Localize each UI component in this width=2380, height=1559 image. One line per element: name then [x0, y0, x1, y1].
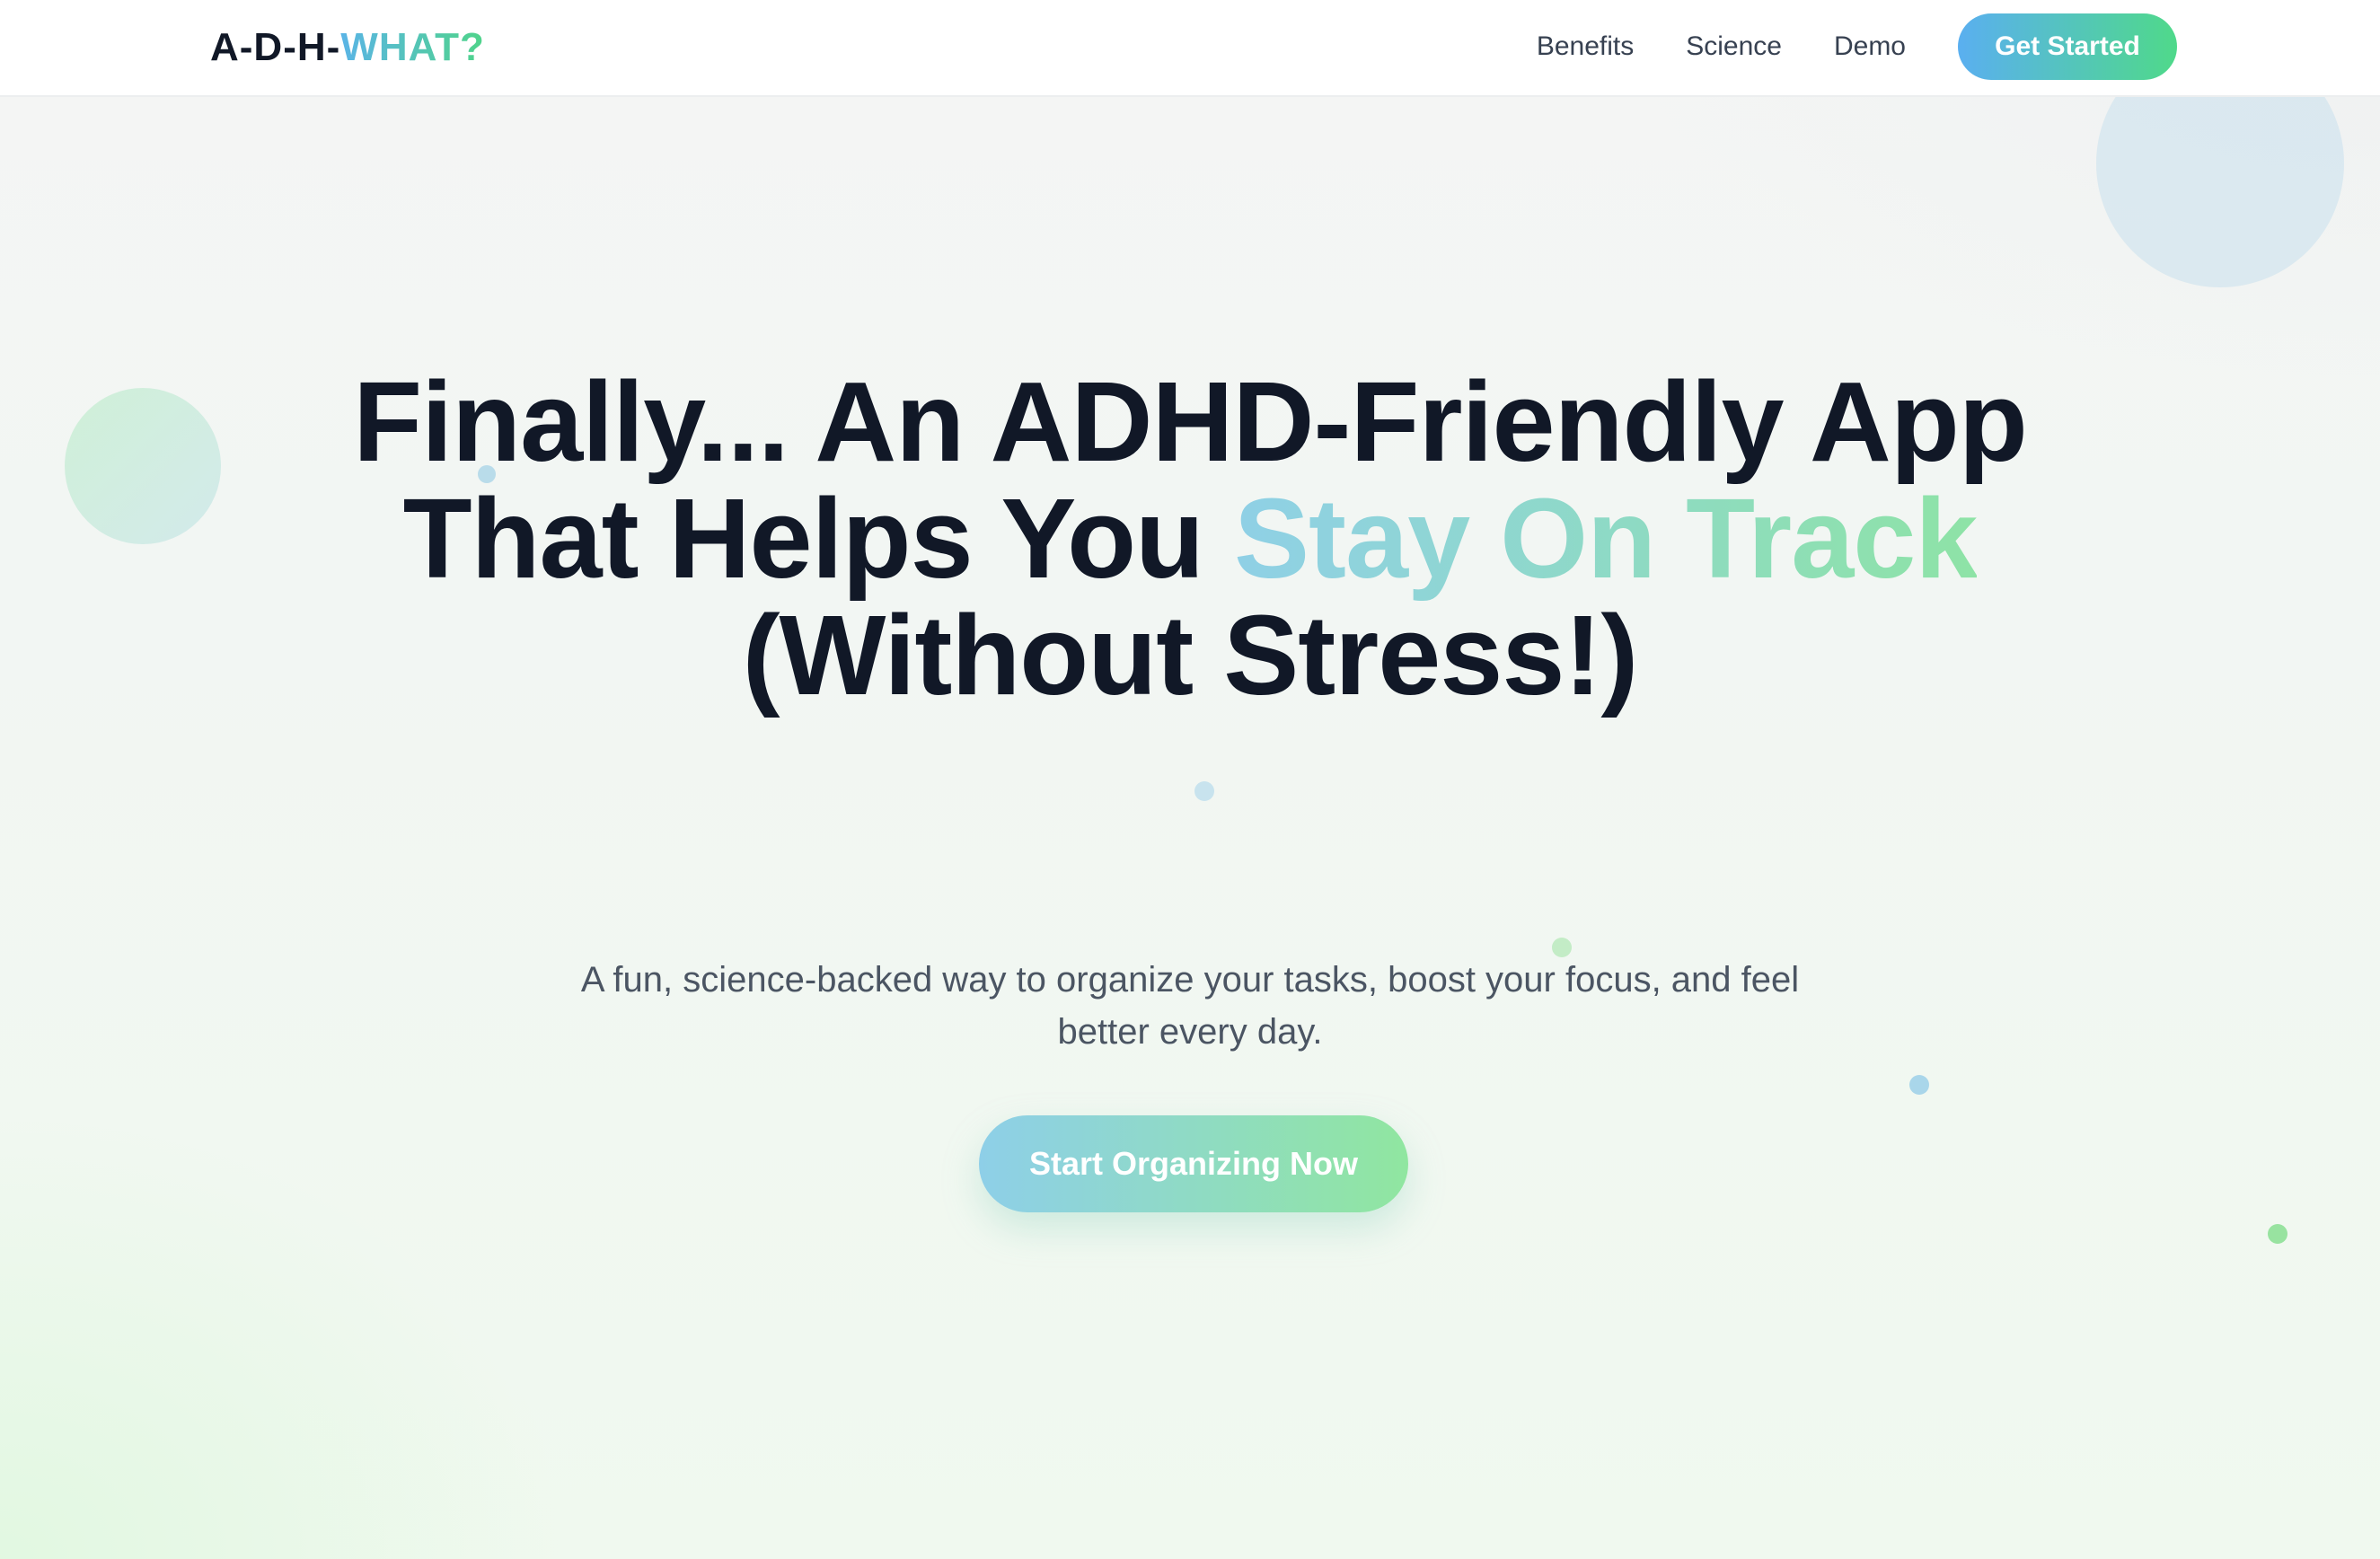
hero-subtitle: A fun, science-backed way to organize yo… — [580, 960, 1800, 1052]
nav-links: Benefits Science Demo Get Started — [1537, 13, 2177, 80]
get-started-button[interactable]: Get Started — [1958, 13, 2177, 80]
hero-headline: Finally... An ADHD-Friendly App That Hel… — [292, 364, 2088, 714]
nav-link-demo[interactable]: Demo — [1834, 29, 1906, 65]
logo-text-gradient: WHAT? — [340, 22, 485, 74]
logo[interactable]: A-D-H- WHAT? — [210, 22, 485, 74]
headline-highlight: Stay On Track — [1234, 475, 1978, 602]
nav-link-science[interactable]: Science — [1686, 29, 1782, 65]
hero-section — [0, 97, 2380, 1559]
nav-link-benefits[interactable]: Benefits — [1537, 29, 1634, 65]
navbar: A-D-H- WHAT? Benefits Science Demo Get St… — [0, 0, 2380, 97]
start-organizing-button[interactable]: Start Organizing Now — [979, 1115, 1408, 1212]
headline-text-end: (Without Stress!) — [742, 592, 1639, 718]
logo-text-dark: A-D-H- — [210, 25, 341, 69]
